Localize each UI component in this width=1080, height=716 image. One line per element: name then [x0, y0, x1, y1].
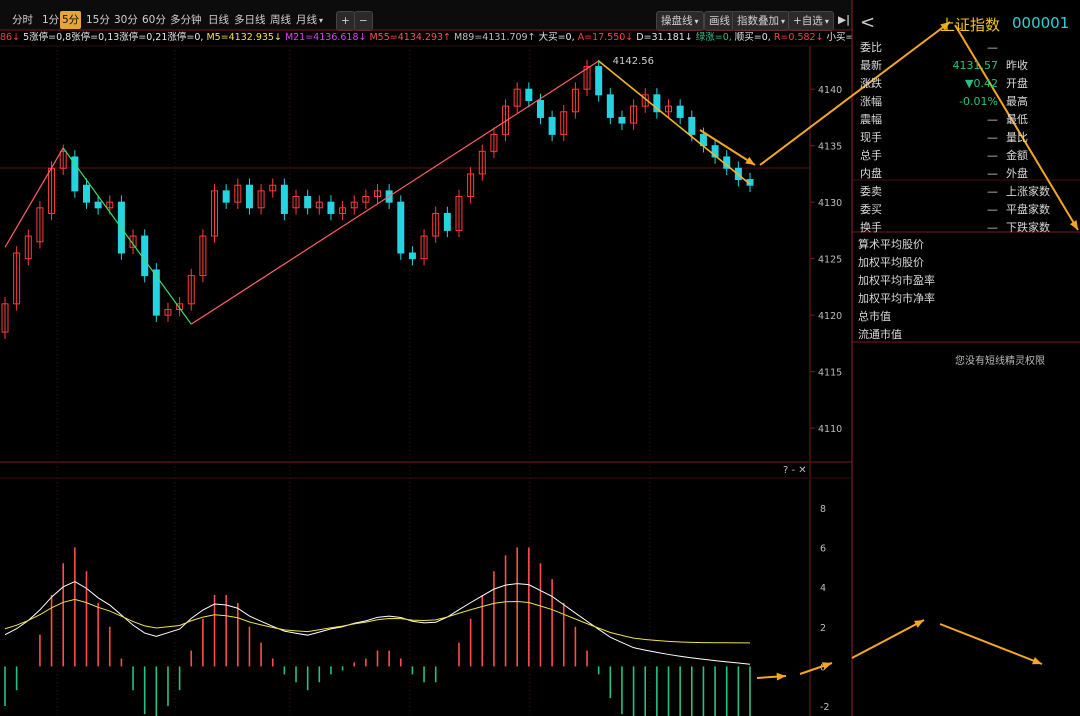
- candle-body: [676, 105, 684, 118]
- price-tick-label: 4110: [818, 424, 842, 435]
- quote-value: —: [987, 203, 998, 216]
- quote-label: 涨幅: [860, 95, 882, 108]
- quote-value: —: [987, 41, 998, 54]
- candle-body: [525, 88, 533, 101]
- candle-body: [245, 184, 253, 209]
- candle-body: [304, 196, 312, 209]
- price-tick-label: 4135: [818, 142, 842, 153]
- peak-price-label: 4142.56: [613, 56, 654, 67]
- stock-name: 上证指数: [940, 16, 1001, 34]
- quote-value: —: [987, 167, 998, 180]
- quote-label: 内盘: [860, 167, 882, 180]
- quote-label: 下跌家数: [1006, 221, 1050, 234]
- stat-label: 加权平均股价: [858, 256, 924, 269]
- candlestick-chart: 414041354130412541204115411086420-24142.…: [0, 0, 1080, 716]
- candle-body: [408, 252, 416, 260]
- quote-value: —: [987, 221, 998, 234]
- annotation-arrow-down-2: [939, 623, 1043, 665]
- candle-body: [606, 94, 614, 118]
- quote-label: 现手: [860, 131, 882, 144]
- quote-label: 换手: [860, 221, 882, 234]
- candle-body: [327, 201, 335, 214]
- annotation-arrow-trend-head: [745, 156, 755, 165]
- no-permission-notice: 您没有短线精灵权限: [955, 356, 1045, 367]
- sub-panel-controls[interactable]: ? - ✕: [783, 465, 807, 476]
- quote-label: 震幅: [860, 113, 882, 126]
- stat-label: 总市值: [858, 310, 891, 323]
- annotation-arrow-up: [759, 21, 951, 166]
- macd-tick-label: 2: [820, 623, 826, 634]
- quote-label: 平盘家数: [1006, 203, 1050, 216]
- price-tick-label: 4130: [818, 198, 842, 209]
- macd-tick-label: 8: [820, 504, 826, 515]
- quote-label: 最低: [1006, 113, 1028, 126]
- candle-body: [141, 235, 149, 277]
- quote-label: 总手: [860, 149, 882, 162]
- quote-label: 涨跌: [860, 77, 882, 90]
- candle-body: [618, 116, 626, 124]
- quote-value: —: [987, 185, 998, 198]
- quote-value: —: [987, 149, 998, 162]
- quote-label: 昨收: [1006, 59, 1028, 72]
- candle-body: [536, 99, 544, 118]
- price-tick-label: 4125: [818, 255, 842, 266]
- stock-code: 000001: [1012, 14, 1070, 32]
- back-icon[interactable]: <: [860, 12, 875, 33]
- candle-body: [222, 190, 230, 203]
- quote-value: 4131.57: [952, 59, 999, 72]
- candle-body: [688, 116, 696, 135]
- candle-body: [548, 116, 556, 135]
- quote-label: 委卖: [860, 185, 882, 198]
- price-tick-label: 4140: [818, 85, 842, 96]
- quote-value: ▼0.42: [965, 77, 998, 90]
- stat-label: 流通市值: [858, 328, 902, 341]
- macd-tick-label: -2: [820, 702, 829, 713]
- stat-label: 加权平均市盈率: [858, 274, 935, 287]
- quote-label: 委买: [860, 203, 882, 216]
- candle-body: [397, 201, 405, 254]
- stat-label: 加权平均市净率: [858, 292, 935, 305]
- annotation-arrow-up-2: [851, 619, 925, 659]
- candle-body: [595, 66, 603, 96]
- quote-label: 委比: [860, 41, 882, 54]
- macd-tick-label: 6: [820, 543, 826, 554]
- candle-body: [82, 184, 90, 203]
- trend-line-down-1: [62, 147, 192, 325]
- macd-dea-line: [4, 598, 751, 644]
- price-tick-label: 4120: [818, 311, 842, 322]
- quote-label: 最高: [1006, 95, 1028, 108]
- quote-label: 上涨家数: [1006, 185, 1050, 198]
- quote-label: 金额: [1006, 149, 1028, 162]
- quote-label: 量比: [1006, 131, 1028, 144]
- price-tick-label: 4115: [818, 368, 842, 379]
- candle-body: [280, 184, 288, 214]
- quote-value: —: [987, 131, 998, 144]
- annotation-arrow-small-1-head: [776, 672, 786, 681]
- quote-label: 外盘: [1006, 167, 1028, 180]
- quote-label: 最新: [860, 59, 882, 72]
- quote-value: —: [987, 113, 998, 126]
- macd-tick-label: 4: [820, 583, 826, 594]
- quote-label: 开盘: [1006, 77, 1028, 90]
- candle-body: [443, 212, 451, 231]
- candle-body: [94, 201, 102, 209]
- annotation-arrow-down-2-head: [1032, 657, 1042, 665]
- stat-label: 算术平均股价: [858, 238, 924, 251]
- quote-value: -0.01%: [959, 95, 998, 108]
